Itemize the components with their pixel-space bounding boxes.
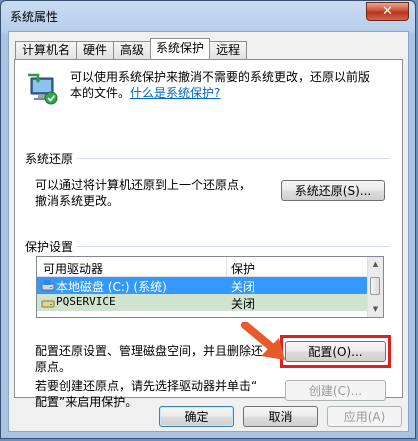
restore-group-title: 系统还原 bbox=[25, 150, 78, 167]
intro-line-1: 可以使用系统保护来撤消不需要的系统更改，还原以前版 bbox=[70, 70, 371, 84]
system-protection-icon bbox=[28, 73, 58, 105]
highlight-box bbox=[280, 335, 391, 368]
close-icon: ✕ bbox=[382, 4, 393, 19]
title-bar[interactable]: 系统属性 ✕ bbox=[1, 1, 415, 31]
create-description: 若要创建还原点，请先选择驱动器并单击“ 配置”来启用保护。 bbox=[35, 378, 285, 410]
pointer-arrow-icon bbox=[241, 322, 285, 360]
protection-group-title: 保护设置 bbox=[25, 238, 78, 255]
drive-list-header: 可用驱动器 保护 bbox=[37, 257, 368, 277]
drive-protection-status: 关闭 bbox=[231, 280, 256, 294]
create-line-2: 配置”来启用保护。 bbox=[35, 395, 138, 409]
drive-list-scrollbar[interactable]: ▲ ▼ bbox=[367, 257, 383, 317]
configure-description: 配置还原设置、管理磁盘空间，并且删除还 原点。 bbox=[35, 343, 275, 375]
column-available-drives[interactable]: 可用驱动器 bbox=[43, 260, 103, 277]
dialog-client: 计算机名 硬件 高级 系统保护 远程 可以使用系统保护来撤消不需要的系统更改，还… bbox=[8, 31, 409, 432]
configure-line-2: 原点。 bbox=[35, 360, 72, 374]
drive-row-c[interactable]: 本地磁盘 (C:) (系统) 关闭 bbox=[37, 277, 368, 294]
intro-description: 可以使用系统保护来撤消不需要的系统更改，还原以前版 本的文件。什么是系统保护? bbox=[70, 69, 395, 101]
intro-line-2: 本的文件。 bbox=[70, 86, 131, 100]
create-line-1: 若要创建还原点，请先选择驱动器并单击“ bbox=[35, 379, 258, 393]
system-drive-icon bbox=[41, 280, 55, 291]
scroll-thumb[interactable] bbox=[370, 277, 380, 295]
restore-line-1: 可以通过将计算机还原到上一个还原点， bbox=[35, 178, 252, 192]
protection-group-divider bbox=[25, 246, 390, 247]
restore-group-divider bbox=[25, 158, 390, 159]
drive-protection-status: 关闭 bbox=[231, 297, 256, 311]
drive-icon bbox=[41, 300, 55, 308]
restore-line-2: 撤消系统更改。 bbox=[35, 194, 120, 208]
configure-line-1: 配置还原设置、管理磁盘空间，并且删除还 bbox=[35, 344, 264, 358]
tab-computer-name[interactable]: 计算机名 bbox=[15, 41, 78, 59]
drive-row-pqservice[interactable]: PQSERVICE 关闭 bbox=[37, 294, 368, 311]
scroll-down-icon[interactable]: ▼ bbox=[368, 302, 383, 317]
tab-advanced[interactable]: 高级 bbox=[113, 41, 152, 59]
restore-description: 可以通过将计算机还原到上一个还原点， 撤消系统更改。 bbox=[35, 177, 251, 209]
apply-button[interactable]: 应用(A) bbox=[327, 406, 402, 427]
scroll-up-icon[interactable]: ▲ bbox=[368, 257, 383, 272]
system-properties-window: 系统属性 ✕ 计算机名 硬件 高级 系统保护 远程 可以使用系统保护来撤消不需要… bbox=[0, 0, 416, 439]
what-is-system-protection-link[interactable]: 什么是系统保护? bbox=[130, 86, 220, 100]
system-protection-panel: 可以使用系统保护来撤消不需要的系统更改，还原以前版 本的文件。什么是系统保护? … bbox=[14, 59, 403, 409]
tab-hardware[interactable]: 硬件 bbox=[76, 41, 115, 59]
column-protection[interactable]: 保护 bbox=[231, 260, 255, 277]
tab-strip: 计算机名 硬件 高级 系统保护 远程 bbox=[15, 38, 248, 59]
system-restore-button[interactable]: 系统还原(S)... bbox=[281, 180, 385, 201]
drive-name: 本地磁盘 (C:) (系统) bbox=[56, 280, 167, 294]
close-button[interactable]: ✕ bbox=[366, 2, 409, 21]
window-title: 系统属性 bbox=[10, 10, 59, 24]
tab-system-protection[interactable]: 系统保护 bbox=[150, 38, 211, 59]
drive-list[interactable]: 可用驱动器 保护 本地磁盘 (C:) (系统) 关闭 PQSERVICE 关闭 … bbox=[36, 256, 384, 318]
drive-name: PQSERVICE bbox=[56, 295, 116, 308]
tab-remote[interactable]: 远程 bbox=[209, 41, 248, 59]
create-button[interactable]: 创建(C)... bbox=[285, 380, 386, 401]
